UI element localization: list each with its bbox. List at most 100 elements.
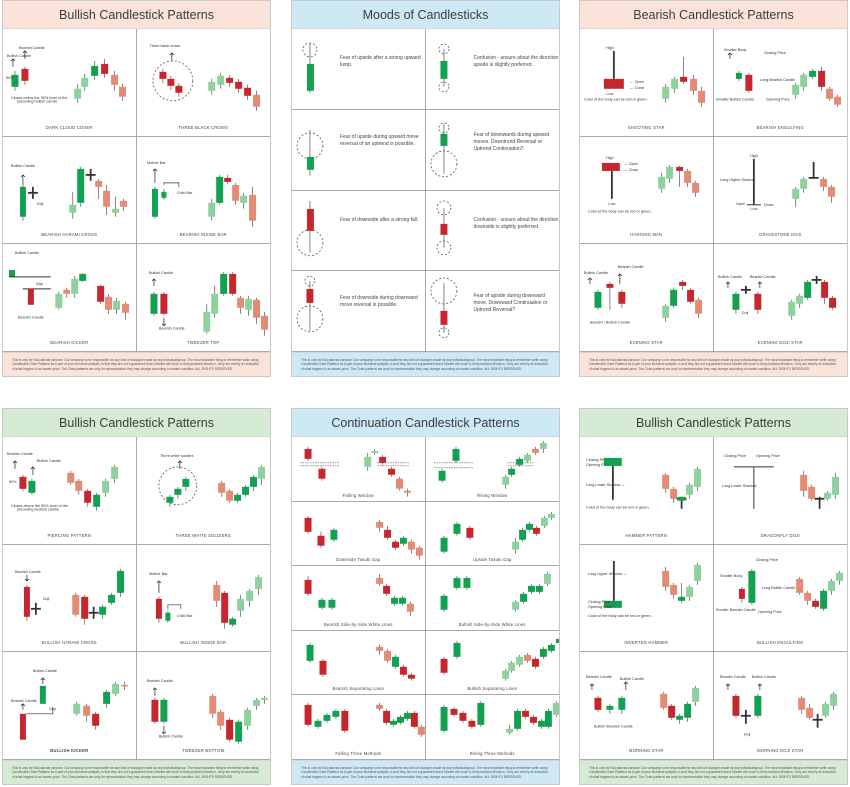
candle-body <box>103 692 111 705</box>
candle-body <box>72 594 80 615</box>
candle-body <box>735 72 742 79</box>
candle-body <box>829 694 837 707</box>
pattern-dark-cloud-cover: Bullish Candle Bearish Candle 50% Closes be… <box>3 29 137 137</box>
pattern-falling-three-methods: Falling Three Methods <box>292 695 426 760</box>
candle-body <box>249 476 257 487</box>
candle-body <box>217 482 225 493</box>
candle-body <box>399 666 407 675</box>
candle-body <box>618 292 626 305</box>
candle-body <box>415 547 423 556</box>
pattern-bearish-side-by-side: Bearish Side-by-Side White Lines <box>292 566 426 631</box>
pattern-caption: BEARISH KICKER <box>50 339 89 345</box>
mood-item: Fear of upside during downward move. Dow… <box>425 271 559 352</box>
pattern-caption: BULLISH ENGULFING <box>757 640 804 646</box>
pattern-caption: HANGING MAN <box>630 232 663 238</box>
candle-body <box>23 586 30 617</box>
chart: Mother Bar Child Bar <box>148 572 262 629</box>
chart <box>304 703 425 738</box>
chart: Mother Bar Child Bar <box>146 161 256 227</box>
candle-body <box>210 294 218 315</box>
mood-item: Fear of downside during downward move re… <box>292 271 426 352</box>
candle-body <box>19 476 27 489</box>
candle-body <box>439 60 447 79</box>
annotation-label: Smaller Body <box>723 48 746 52</box>
pattern-caption: Bearish Side-by-Side White Lines <box>323 621 393 627</box>
annotation-label: Opening Price <box>755 454 779 458</box>
pattern-caption: DARK CLOUD COVER <box>45 124 93 130</box>
candle-body <box>103 190 111 207</box>
candle-body <box>63 290 71 295</box>
candle-body <box>797 698 805 711</box>
candle-body <box>159 294 167 315</box>
mood-text: Confusion - unsure about the direction d… <box>473 216 559 230</box>
chart <box>440 636 559 681</box>
candle-body <box>807 486 815 499</box>
pattern-caption: EVENING DOJI STAR <box>757 339 803 345</box>
annotation-label: Bearish Candle <box>719 675 745 679</box>
candle-body <box>594 698 602 711</box>
candle-body <box>165 496 173 503</box>
candle-body <box>820 282 828 299</box>
mood-item: Confusion - unsure about the direction d… <box>425 191 559 272</box>
candle-body <box>39 686 46 705</box>
candle-body <box>234 81 242 89</box>
candle-body <box>817 70 825 87</box>
candle-body <box>254 576 262 589</box>
annotation-label: Long Higher Shadow <box>719 178 754 182</box>
candle-body <box>695 300 703 315</box>
candle-body <box>102 480 110 493</box>
candle-body <box>453 642 460 657</box>
candle-body <box>121 685 129 687</box>
candle-body <box>808 70 816 77</box>
candle-body <box>245 590 253 601</box>
candle-body <box>686 484 694 495</box>
candle-body <box>74 88 82 99</box>
candle-body <box>83 706 91 717</box>
candle-body <box>439 133 447 146</box>
chart <box>300 446 411 497</box>
candle-body <box>690 78 698 91</box>
candle-body <box>371 450 379 453</box>
candle-body <box>384 650 392 661</box>
pattern-caption: Falling Window <box>342 492 374 498</box>
candle-body <box>202 312 210 333</box>
candle-body <box>692 182 700 193</box>
annotation-label: Opening Price → <box>588 604 617 608</box>
candle-body <box>318 468 326 479</box>
candle-body <box>462 578 470 589</box>
mood-text: Confusion - unsure about the direction u… <box>473 55 559 68</box>
candle-body <box>465 527 473 538</box>
panel-title: Moods of Candlesticks <box>292 1 559 29</box>
candle-body <box>535 586 543 593</box>
annotation-label: Close <box>763 202 773 206</box>
candle-body <box>505 729 513 734</box>
candle-body <box>501 476 509 485</box>
candle-body <box>398 597 406 604</box>
annotation-label: Gap <box>49 707 56 711</box>
candle-body <box>252 700 260 707</box>
annotation-label: Bearish Candle <box>7 452 33 456</box>
candle-body <box>799 178 807 189</box>
candle-body <box>679 282 687 287</box>
candle-body <box>676 166 684 171</box>
candle-body <box>662 474 670 489</box>
candle-body <box>731 294 739 311</box>
candle-body <box>811 600 819 607</box>
pattern-inverted-hammer: Long Upper Shadow → Closing Price → Openin… <box>580 544 714 653</box>
candle-body <box>552 703 559 716</box>
candle-body <box>668 706 676 719</box>
candle-body <box>594 292 602 309</box>
pattern-bullish-engulfing: Closing Price Smaller Body Long Bullish Ca… <box>713 545 847 653</box>
candle-body <box>680 76 688 82</box>
candle-body <box>73 704 81 715</box>
candle-body <box>397 717 404 724</box>
candle-body <box>539 442 547 449</box>
candle-body <box>662 306 670 319</box>
candle-body <box>376 646 384 651</box>
candle-body <box>19 186 26 217</box>
annotation-label: Bullish Candle <box>620 677 644 681</box>
annotation-label: Bullish Candle <box>11 164 35 168</box>
candle-body <box>391 597 399 604</box>
pattern-caption: TWEEZER TOP <box>187 339 220 345</box>
annotation-label: Child Bar <box>176 190 192 194</box>
